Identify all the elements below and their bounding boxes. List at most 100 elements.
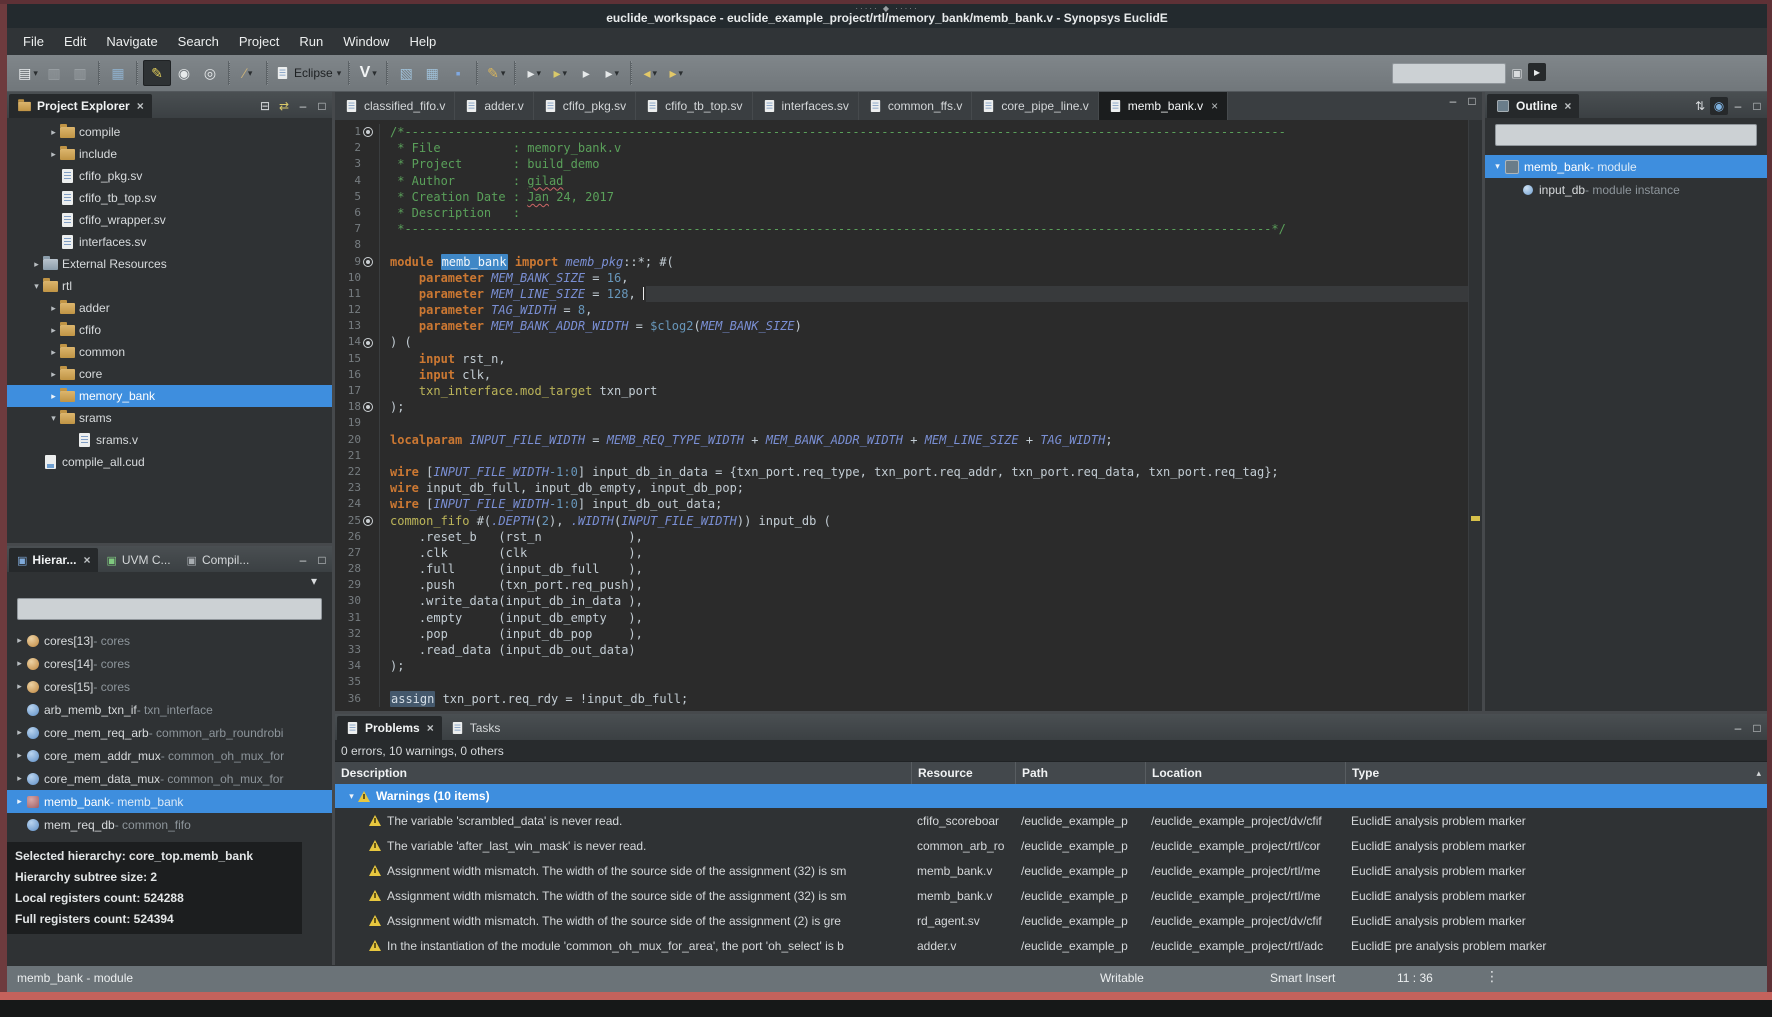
code-line-17[interactable]: 17 txn_interface.mod_target txn_port [335, 383, 1468, 399]
maximize-button[interactable]: □ [313, 97, 331, 115]
debug-button[interactable]: ▸▾ [547, 61, 573, 85]
save-button[interactable]: ▥ [41, 61, 67, 85]
annotate-button[interactable]: ✎▾ [483, 61, 509, 85]
code-line-14[interactable]: 14) ( [335, 334, 1468, 350]
code-line-34[interactable]: 34); [335, 658, 1468, 674]
minimize-button[interactable]: ‒ [294, 551, 312, 569]
code-line-19[interactable]: 19 [335, 415, 1468, 431]
external-tools-button[interactable]: ▸ [573, 61, 599, 85]
minimize-button[interactable]: ‒ [1729, 719, 1747, 737]
code-line-27[interactable]: 27 .clk (clk ), [335, 545, 1468, 561]
tree-item-core[interactable]: ▸core [7, 363, 332, 385]
code-editor[interactable]: 1/*-------------------------------------… [335, 120, 1482, 711]
code-line-8[interactable]: 8 [335, 237, 1468, 253]
code-line-23[interactable]: 23wire input_db_full, input_db_empty, in… [335, 480, 1468, 496]
minimize-button[interactable]: ‒ [294, 97, 312, 115]
tree-item-cfifo_wrapper.sv[interactable]: cfifo_wrapper.sv [7, 209, 332, 231]
link-with-editor-button[interactable]: ⇄ [275, 97, 293, 115]
code-line-35[interactable]: 35 [335, 674, 1468, 690]
code-line-4[interactable]: 4 * Author : gilad [335, 173, 1468, 189]
code-line-12[interactable]: 12 parameter TAG_WIDTH = 8, [335, 302, 1468, 318]
code-line-11[interactable]: 11 parameter MEM_LINE_SIZE = 128, [335, 286, 1468, 302]
tree-item-input_db[interactable]: input_db - module instance [1485, 178, 1767, 201]
code-line-9[interactable]: 9module memb_bank import memb_pkg::*; #( [335, 254, 1468, 270]
open-perspective-button[interactable]: ▸ [1528, 63, 1546, 81]
code-line-16[interactable]: 16 input clk, [335, 367, 1468, 383]
open-element-button[interactable]: ▧ [393, 61, 419, 85]
maximize-button[interactable]: □ [313, 551, 331, 569]
code-line-7[interactable]: 7 *-------------------------------------… [335, 221, 1468, 237]
editor-tab-cfifo_pkg.sv[interactable]: cfifo_pkg.sv [534, 92, 636, 120]
close-icon[interactable]: × [1564, 99, 1571, 113]
tree-item-cfifo[interactable]: ▸cfifo [7, 319, 332, 341]
tree-item-cfifo_pkg.sv[interactable]: cfifo_pkg.sv [7, 165, 332, 187]
run-button[interactable]: ▸▾ [521, 61, 547, 85]
fold-toggle[interactable] [361, 257, 375, 267]
code-line-26[interactable]: 26 .reset_b (rst_n ), [335, 529, 1468, 545]
sort-button[interactable]: ⇅ [1691, 97, 1709, 115]
tree-item-mem_req_db[interactable]: mem_req_db - common_fifo [7, 813, 332, 836]
problem-row[interactable]: In the instantiation of the module 'comm… [335, 933, 1767, 958]
overview-ruler[interactable] [1468, 120, 1482, 711]
view-menu-button[interactable]: ▾ [305, 572, 323, 590]
column-header-resource[interactable]: Resource [911, 762, 1015, 784]
tree-item-compile_all.cud[interactable]: compile_all.cud [7, 451, 332, 473]
code-line-2[interactable]: 2 * File : memory_bank.v [335, 140, 1468, 156]
title-bar[interactable]: ····· ◆ ····· euclide_workspace - euclid… [7, 4, 1767, 28]
close-icon[interactable]: × [1211, 99, 1218, 113]
tab-outline[interactable]: Outline × [1487, 94, 1579, 118]
code-line-31[interactable]: 31 .empty (input_db_empty ), [335, 610, 1468, 626]
code-line-3[interactable]: 3 * Project : build_demo [335, 156, 1468, 172]
warning-marker[interactable] [1471, 516, 1480, 521]
problem-row[interactable]: Assignment width mismatch. The width of … [335, 858, 1767, 883]
column-header-location[interactable]: Location [1145, 762, 1345, 784]
code-line-29[interactable]: 29 .push (txn_port.req_push), [335, 577, 1468, 593]
toggle-mark-button[interactable]: ▪ [445, 61, 471, 85]
code-line-24[interactable]: 24wire [INPUT_FILE_WIDTH-1:0] input_db_o… [335, 496, 1468, 512]
column-header-type[interactable]: Type [1345, 762, 1767, 784]
menu-file[interactable]: File [13, 30, 54, 53]
code-line-28[interactable]: 28 .full (input_db_full ), [335, 561, 1468, 577]
status-insert-mode[interactable]: Smart Insert [1270, 971, 1335, 985]
editor-tab-classified_fifo.v[interactable]: classified_fifo.v [335, 92, 455, 120]
code-line-1[interactable]: 1/*-------------------------------------… [335, 124, 1468, 140]
fold-toggle[interactable] [361, 127, 375, 137]
hierarchy-filter-input[interactable] [17, 598, 322, 620]
tree-item-cfifo_tb_top.sv[interactable]: cfifo_tb_top.sv [7, 187, 332, 209]
tree-item-include[interactable]: ▸include [7, 143, 332, 165]
tab-problems[interactable]: Problems× [337, 716, 442, 740]
tree-item-core_mem_addr_mux[interactable]: ▸core_mem_addr_mux - common_oh_mux_for [7, 744, 332, 767]
code-line-22[interactable]: 22wire [INPUT_FILE_WIDTH-1:0] input_db_i… [335, 464, 1468, 480]
minimize-button[interactable]: ‒ [1444, 92, 1462, 110]
eclipse-launcher-button[interactable]: Eclipse▾ [273, 61, 343, 85]
problem-row[interactable]: Assignment width mismatch. The width of … [335, 908, 1767, 933]
verilog-menu-button[interactable]: V▾ [355, 61, 381, 85]
code-line-15[interactable]: 15 input rst_n, [335, 351, 1468, 367]
tree-item-memb_bank[interactable]: ▾memb_bank - module [1485, 155, 1767, 178]
print-button[interactable]: ▦ [105, 61, 131, 85]
tree-item-arb_memb_txn_if[interactable]: arb_memb_txn_if - txn_interface [7, 698, 332, 721]
tree-item-memory_bank[interactable]: ▸memory_bank [7, 385, 332, 407]
fold-toggle[interactable] [361, 338, 375, 348]
open-table-button[interactable]: ▦ [419, 61, 445, 85]
warnings-group-row[interactable]: ▾ Warnings (10 items) [335, 784, 1767, 808]
code-line-10[interactable]: 10 parameter MEM_BANK_SIZE = 16, [335, 270, 1468, 286]
code-line-36[interactable]: 36assign txn_port.req_rdy = !input_db_fu… [335, 691, 1468, 707]
menu-run[interactable]: Run [289, 30, 333, 53]
minimize-button[interactable]: ‒ [1729, 97, 1747, 115]
maximize-button[interactable]: □ [1748, 97, 1766, 115]
quick-access-input[interactable] [1392, 63, 1506, 84]
menu-edit[interactable]: Edit [54, 30, 96, 53]
code-line-13[interactable]: 13 parameter MEM_BANK_ADDR_WIDTH = $clog… [335, 318, 1468, 334]
tree-item-cores[15][interactable]: ▸cores[15] - cores [7, 675, 332, 698]
maximize-button[interactable]: □ [1463, 92, 1481, 110]
highlight-toggle-button[interactable]: ✎ [143, 60, 171, 86]
editor-tab-core_pipe_line.v[interactable]: core_pipe_line.v [972, 92, 1098, 120]
code-line-5[interactable]: 5 * Creation Date : Jan 24, 2017 [335, 189, 1468, 205]
tree-item-common[interactable]: ▸common [7, 341, 332, 363]
forward-button[interactable]: ▸▾ [663, 61, 689, 85]
fold-toggle[interactable] [361, 402, 375, 412]
close-icon[interactable]: × [137, 99, 144, 113]
tree-item-External Resources[interactable]: ▸External Resources [7, 253, 332, 275]
close-icon[interactable]: × [83, 553, 90, 567]
